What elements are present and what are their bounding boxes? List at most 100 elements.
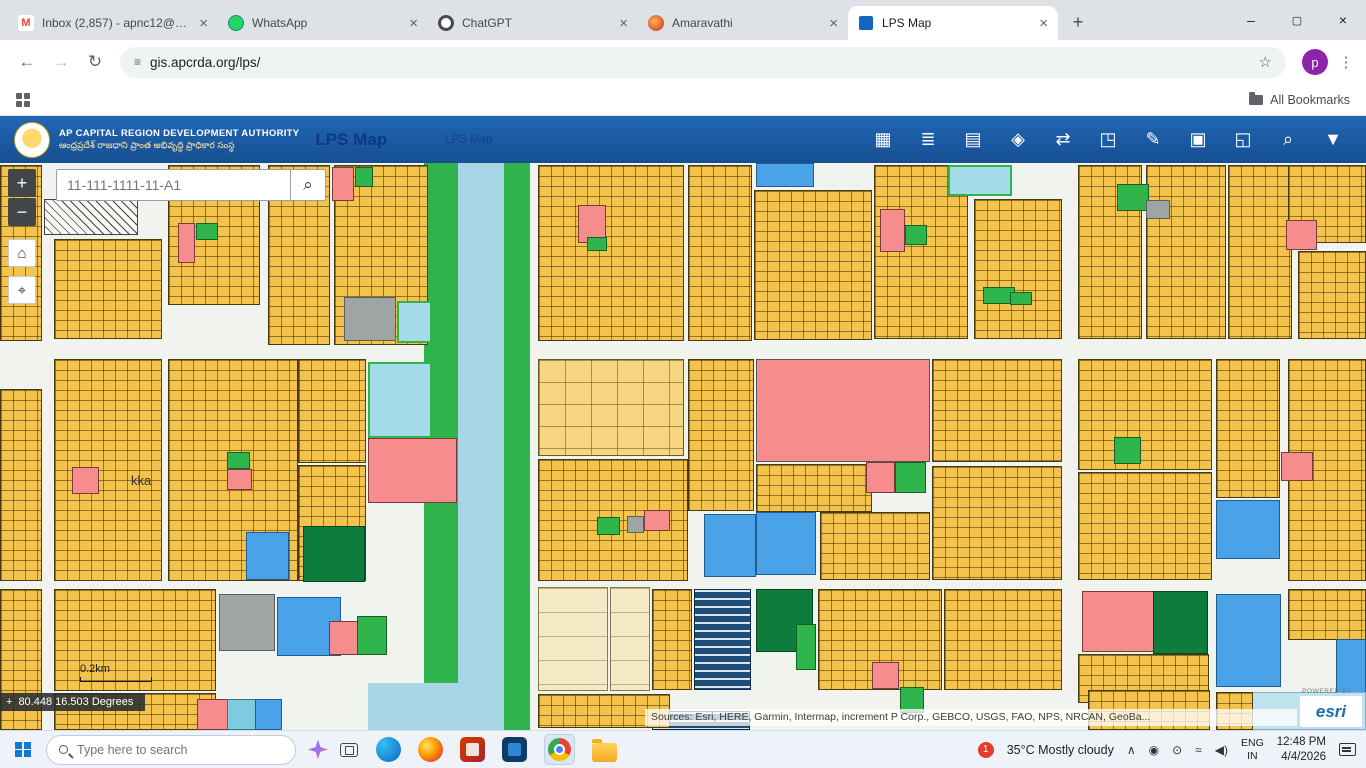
parcel-search-button[interactable]: ⌕ [290, 169, 326, 201]
map-block-gray [219, 594, 275, 651]
map-block-cyan [368, 362, 432, 438]
zoom-in-button[interactable]: + [8, 169, 36, 197]
print-icon[interactable]: ▣ [1187, 129, 1209, 150]
back-icon[interactable]: ← [10, 52, 44, 72]
url-text[interactable]: gis.apcrda.org/lps/ [150, 55, 1250, 70]
taskbar-search-input[interactable] [77, 743, 257, 757]
chrome-icon [548, 738, 571, 761]
new-tab-button[interactable]: + [1064, 8, 1092, 36]
tray-icon-b[interactable]: ⊙ [1172, 743, 1182, 757]
swipe-icon[interactable]: ⇄ [1052, 129, 1074, 150]
language-indicator[interactable]: ENG IN [1241, 737, 1264, 762]
site-info-icon[interactable]: ≡ [134, 55, 141, 69]
chrome-active-app[interactable] [544, 734, 575, 765]
home-button[interactable]: ⌂ [8, 239, 36, 267]
map-attribution: Sources: Esri, HERE, Garmin, Intermap, i… [645, 709, 1297, 726]
map-block-pinkL [756, 359, 930, 462]
tab-close-icon[interactable]: × [829, 15, 838, 32]
map-block-pink [368, 438, 457, 503]
tab-close-icon[interactable]: × [199, 15, 208, 32]
tab-lps-map[interactable]: LPS Map × [848, 6, 1058, 40]
map-block-navy [694, 589, 751, 690]
file-explorer-icon[interactable] [592, 743, 617, 762]
parcel-search-input[interactable] [56, 169, 290, 201]
hidden-icons-chevron[interactable]: ∧ [1127, 743, 1136, 757]
layers-icon[interactable]: ▤ [962, 129, 984, 150]
maximize-button[interactable]: ▢ [1274, 14, 1320, 27]
map-block-pink [72, 467, 99, 494]
start-button[interactable] [0, 742, 46, 758]
tab-amaravathi[interactable]: Amaravathi × [638, 6, 848, 40]
map-block-yb [974, 199, 1062, 339]
minimize-button[interactable]: – [1228, 12, 1274, 28]
map-block-yb2 [538, 359, 684, 456]
pinned-apps [376, 734, 617, 765]
map-block-green [355, 167, 373, 187]
copilot-icon[interactable] [308, 740, 328, 760]
place-label: kka [131, 473, 151, 488]
store-icon[interactable] [460, 737, 485, 762]
omnibox[interactable]: ≡ gis.apcrda.org/lps/ ☆ [120, 47, 1286, 78]
clock[interactable]: 12:48 PM 4/4/2026 [1277, 735, 1326, 765]
map-block-blue [1216, 594, 1281, 687]
apps-grid-icon[interactable] [16, 93, 30, 107]
taskbar-search[interactable] [46, 735, 296, 765]
forward-icon[interactable]: → [44, 52, 78, 72]
gallery-icon[interactable]: ◱ [1232, 129, 1254, 150]
map-viewport[interactable]: + − ⌂ ⌖ ⌕ kka 0.2km + 80.448 16.503 Degr… [0, 163, 1366, 730]
map-block-green [587, 237, 607, 251]
firefox-icon[interactable] [418, 737, 443, 762]
basemap-icon[interactable]: ◈ [1007, 129, 1029, 150]
whatsapp-favicon [228, 15, 244, 31]
map-block-hatch [44, 199, 138, 235]
gmail-favicon: M [18, 15, 34, 31]
tab-close-icon[interactable]: × [1039, 15, 1048, 32]
edge-icon[interactable] [376, 737, 401, 762]
map-block-yb [688, 359, 754, 511]
extent-icon[interactable]: ◳ [1097, 129, 1119, 150]
zoom-out-button[interactable]: − [8, 198, 36, 226]
tab-close-icon[interactable]: × [619, 15, 628, 32]
volume-icon[interactable]: ◀) [1215, 743, 1228, 757]
map-block-green [196, 223, 218, 240]
window-controls: – ▢ × [1228, 0, 1366, 40]
tab-gmail[interactable]: M Inbox (2,857) - apnc12@gma... × [8, 6, 218, 40]
locate-button[interactable]: ⌖ [8, 276, 36, 304]
profile-avatar[interactable]: p [1302, 49, 1328, 75]
map-block-yb [298, 359, 366, 463]
all-bookmarks-button[interactable]: All Bookmarks [1249, 93, 1350, 107]
apcrda-logo [14, 122, 50, 158]
bookmark-star-icon[interactable]: ☆ [1259, 53, 1272, 71]
network-icon[interactable]: ≈ [1195, 743, 1202, 757]
map-block-blueS [255, 699, 282, 730]
date-text: 4/4/2026 [1277, 750, 1326, 765]
map-canvas[interactable] [0, 163, 1366, 730]
map-block-yb [932, 466, 1062, 580]
apps-grid-icon[interactable]: ▦ [872, 129, 894, 150]
map-block-dgreen [1153, 591, 1208, 654]
tab-whatsapp[interactable]: WhatsApp × [218, 6, 428, 40]
map-block-yb [538, 165, 684, 341]
browser-menu-icon[interactable]: ⋮ [1336, 53, 1356, 71]
tab-close-icon[interactable]: × [409, 15, 418, 32]
esri-logo[interactable]: esri [1300, 696, 1362, 727]
draw-icon[interactable]: ✎ [1142, 129, 1164, 150]
notifications-icon[interactable] [1339, 743, 1356, 756]
filter-icon[interactable]: ▼ [1322, 129, 1344, 150]
map-block-gray [344, 297, 396, 341]
map-block-yb [1078, 359, 1212, 470]
coordinates-text: 80.448 16.503 Degrees [18, 696, 133, 708]
page-title-ghost: LPS Map [445, 134, 492, 146]
tab-chatgpt[interactable]: ChatGPT × [428, 6, 638, 40]
weather-widget[interactable]: 35°C Mostly cloudy [1007, 743, 1114, 757]
org-name-english: AP CAPITAL REGION DEVELOPMENT AUTHORITY [59, 128, 299, 140]
close-button[interactable]: × [1320, 12, 1366, 28]
legend-icon[interactable]: ≣ [917, 129, 939, 150]
tray-icon-a[interactable]: ◉ [1149, 743, 1159, 757]
task-view-icon[interactable] [340, 743, 358, 757]
outlook-icon[interactable] [502, 737, 527, 762]
search-icon[interactable]: ⌕ [1277, 129, 1299, 150]
map-block-green [905, 225, 927, 245]
reload-icon[interactable]: ↻ [78, 52, 112, 72]
map-block-green [597, 517, 620, 535]
